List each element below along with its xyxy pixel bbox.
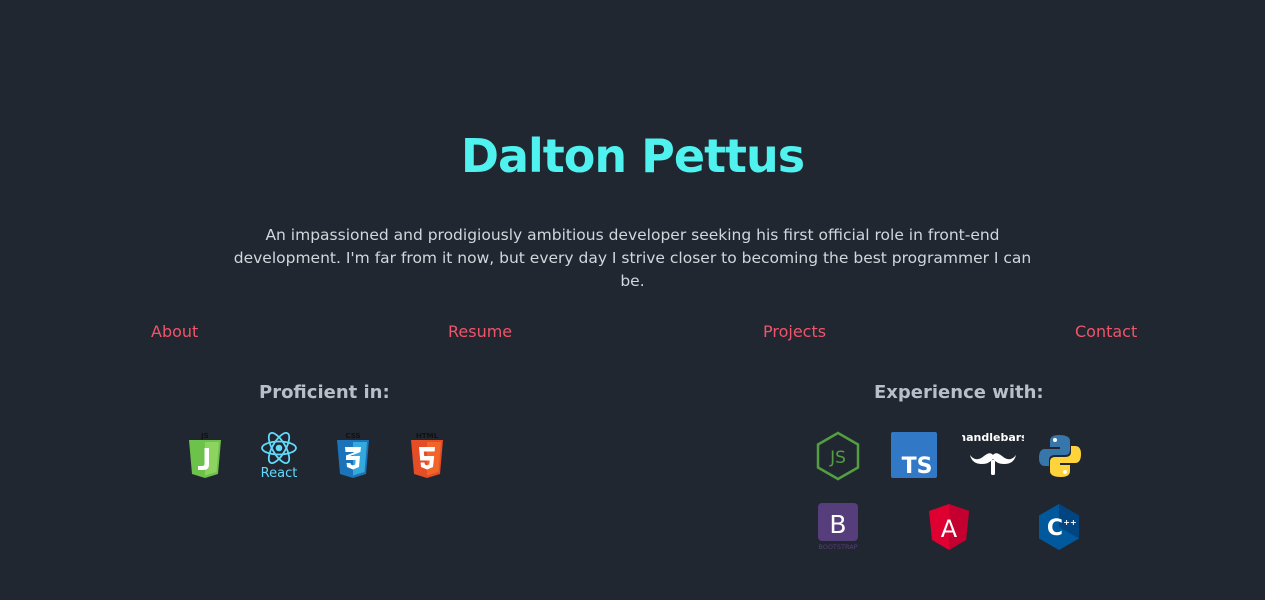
nodejs-label: JS — [829, 448, 846, 468]
nav-projects-link[interactable]: Projects — [763, 321, 826, 343]
nodejs-icon: JS — [813, 431, 863, 481]
handlebars-label: handlebars — [962, 431, 1024, 444]
python-icon — [1035, 431, 1085, 481]
react-icon: React — [254, 431, 304, 481]
html-small-label: HTML — [416, 432, 439, 440]
experience-heading: Experience with: — [874, 382, 1044, 403]
bootstrap-icon: B BOOTSTRAP — [813, 502, 863, 552]
svg-text:++: ++ — [1063, 518, 1076, 527]
bootstrap-letter: B — [829, 510, 846, 539]
page-title: Dalton Pettus — [460, 129, 805, 183]
nav-contact-link[interactable]: Contact — [1075, 321, 1137, 343]
javascript-icon: JS — [180, 431, 230, 481]
angular-icon: A — [924, 502, 974, 552]
html5-icon: HTML — [402, 431, 452, 481]
proficient-heading: Proficient in: — [259, 382, 390, 403]
bootstrap-label: BOOTSTRAP — [818, 543, 857, 551]
typescript-icon: TS — [889, 431, 939, 481]
nav-resume-link[interactable]: Resume — [448, 321, 512, 343]
bio-text: An impassioned and prodigiously ambitiou… — [233, 226, 1032, 290]
css-small-label: CSS — [345, 432, 360, 440]
typescript-label: TS — [902, 454, 933, 479]
nav-about-link[interactable]: About — [151, 321, 198, 343]
javascript-small-label: JS — [200, 432, 209, 440]
cplusplus-letter: C — [1047, 516, 1063, 541]
angular-letter: A — [941, 515, 958, 543]
cplusplus-icon: C ++ — [1034, 502, 1084, 552]
react-label: React — [261, 466, 298, 481]
css3-icon: CSS — [328, 431, 378, 481]
handlebars-icon: handlebars — [962, 429, 1024, 479]
